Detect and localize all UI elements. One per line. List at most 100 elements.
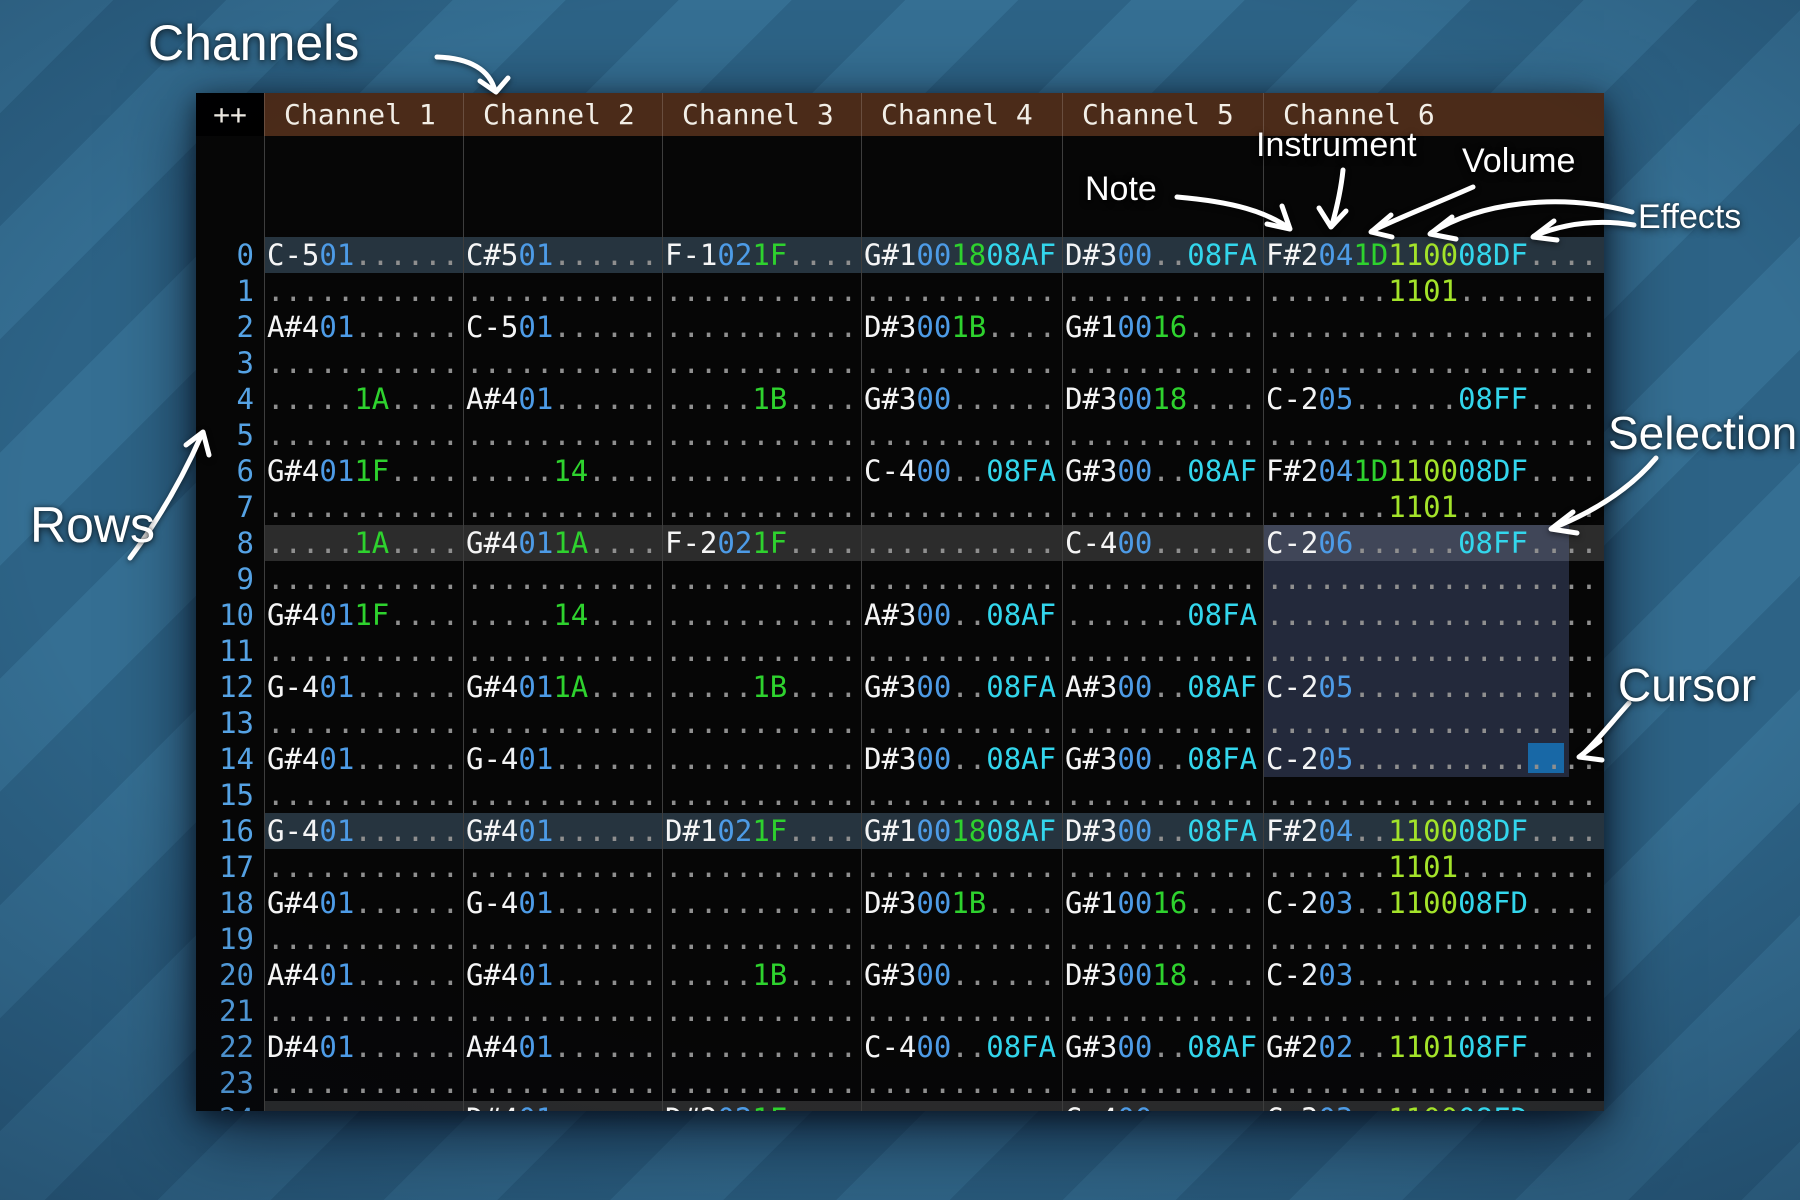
pattern-cell-ch3[interactable]: ...........: [662, 561, 861, 597]
pattern-cell-ch6[interactable]: ...................: [1263, 561, 1604, 597]
pattern-cell-ch3[interactable]: F-2021F....: [662, 525, 861, 561]
pattern-cell-ch3[interactable]: ...........: [662, 597, 861, 633]
pattern-cell-ch6[interactable]: ...................: [1263, 345, 1604, 381]
pattern-cell-ch1[interactable]: A#401......: [264, 957, 463, 993]
pattern-cell-ch6[interactable]: C-206......08FF....: [1263, 525, 1604, 561]
pattern-cell-ch1[interactable]: ...........: [264, 849, 463, 885]
pattern-cell-ch1[interactable]: ...........: [264, 633, 463, 669]
pattern-cell-ch6[interactable]: ...................: [1263, 309, 1604, 345]
pattern-cell-ch4[interactable]: ...........: [861, 561, 1062, 597]
pattern-cell-ch5[interactable]: ...........: [1062, 489, 1263, 525]
pattern-cell-ch1[interactable]: G-401......: [264, 813, 463, 849]
pattern-cell-ch4[interactable]: ...........: [861, 273, 1062, 309]
pattern-cell-ch3[interactable]: F-1021F....: [662, 237, 861, 273]
pattern-cell-ch1[interactable]: ...........: [264, 273, 463, 309]
pattern-cell-ch3[interactable]: ...........: [662, 705, 861, 741]
pattern-cell-ch1[interactable]: ...........: [264, 993, 463, 1029]
pattern-cell-ch1[interactable]: A#401......: [264, 309, 463, 345]
pattern-cell-ch3[interactable]: ...........: [662, 741, 861, 777]
pattern-cell-ch2[interactable]: A#401......: [463, 381, 662, 417]
pattern-cell-ch1[interactable]: ...........: [264, 417, 463, 453]
pattern-cell-ch1[interactable]: C-501......: [264, 237, 463, 273]
pattern-cell-ch6[interactable]: C-205..............: [1263, 669, 1604, 705]
pattern-cell-ch6[interactable]: C-303..110008FD....: [1263, 1101, 1604, 1111]
pattern-cell-ch5[interactable]: ...........: [1062, 273, 1263, 309]
pattern-cell-ch5[interactable]: G#300..08AF: [1062, 453, 1263, 489]
pattern-cell-ch2[interactable]: ...........: [463, 849, 662, 885]
pattern-cell-ch5[interactable]: ...........: [1062, 849, 1263, 885]
pattern-cell-ch1[interactable]: G#4011F....: [264, 453, 463, 489]
pattern-cell-ch6[interactable]: G#202..110108FF....: [1263, 1029, 1604, 1065]
pattern-cell-ch6[interactable]: ...................: [1263, 993, 1604, 1029]
pattern-cell-ch3[interactable]: .....1B....: [662, 381, 861, 417]
pattern-cell-ch5[interactable]: G#300..08FA: [1062, 741, 1263, 777]
pattern-cell-ch3[interactable]: ...........: [662, 849, 861, 885]
pattern-cell-ch4[interactable]: ...........: [861, 1065, 1062, 1101]
pattern-cell-ch3[interactable]: ...........: [662, 273, 861, 309]
pattern-cell-ch4[interactable]: ...........: [861, 705, 1062, 741]
pattern-cell-ch4[interactable]: G#300......: [861, 957, 1062, 993]
pattern-cell-ch1[interactable]: ...........: [264, 1101, 463, 1111]
pattern-cell-ch3[interactable]: ...........: [662, 993, 861, 1029]
pattern-cell-ch5[interactable]: ...........: [1062, 417, 1263, 453]
pattern-cell-ch2[interactable]: G-401......: [463, 741, 662, 777]
pattern-cell-ch6[interactable]: .......1101........: [1263, 849, 1604, 885]
pattern-cell-ch6[interactable]: ...................: [1263, 417, 1604, 453]
pattern-cell-ch6[interactable]: C-203..............: [1263, 957, 1604, 993]
pattern-cell-ch2[interactable]: G#401......: [463, 813, 662, 849]
pattern-cell-ch1[interactable]: ...........: [264, 345, 463, 381]
pattern-cell-ch2[interactable]: ...........: [463, 777, 662, 813]
pattern-cell-ch4[interactable]: ...........: [861, 525, 1062, 561]
pattern-cell-ch5[interactable]: A#300..08AF: [1062, 669, 1263, 705]
pattern-cell-ch4[interactable]: ...........: [861, 345, 1062, 381]
pattern-cell-ch2[interactable]: A#401......: [463, 1029, 662, 1065]
pattern-cell-ch1[interactable]: D#401......: [264, 1029, 463, 1065]
pattern-cell-ch2[interactable]: ...........: [463, 561, 662, 597]
pattern-cell-ch2[interactable]: D#401......: [463, 1101, 662, 1111]
pattern-cell-ch5[interactable]: G-400......: [1062, 1101, 1263, 1111]
pattern-cell-ch4[interactable]: ...........: [861, 921, 1062, 957]
pattern-cell-ch3[interactable]: ...........: [662, 921, 861, 957]
pattern-cell-ch6[interactable]: C-205..............: [1263, 741, 1604, 777]
pattern-cell-ch4[interactable]: ...........: [861, 777, 1062, 813]
pattern-cell-ch1[interactable]: ...........: [264, 777, 463, 813]
pattern-cell-ch3[interactable]: ...........: [662, 633, 861, 669]
pattern-cell-ch4[interactable]: C-400..08FA: [861, 453, 1062, 489]
pattern-cell-ch6[interactable]: F#204..110008DF....: [1263, 813, 1604, 849]
pattern-cell-ch4[interactable]: ...........: [861, 849, 1062, 885]
pattern-cell-ch1[interactable]: G-401......: [264, 669, 463, 705]
pattern-cell-ch2[interactable]: G#401......: [463, 957, 662, 993]
pattern-cell-ch6[interactable]: ...................: [1263, 921, 1604, 957]
pattern-cell-ch5[interactable]: D#300..08FA: [1062, 813, 1263, 849]
pattern-cell-ch4[interactable]: ...........: [861, 993, 1062, 1029]
pattern-cell-ch1[interactable]: ...........: [264, 705, 463, 741]
pattern-cell-ch3[interactable]: D#1021F....: [662, 813, 861, 849]
pattern-cell-ch5[interactable]: D#300..08FA: [1062, 237, 1263, 273]
pattern-cell-ch5[interactable]: ...........: [1062, 633, 1263, 669]
pattern-cell-ch6[interactable]: .......1101........: [1263, 489, 1604, 525]
pattern-cell-ch3[interactable]: ...........: [662, 1029, 861, 1065]
pattern-cell-ch2[interactable]: C-501......: [463, 309, 662, 345]
pattern-cell-ch5[interactable]: ...........: [1062, 705, 1263, 741]
pattern-cell-ch4[interactable]: G#1001808AF: [861, 813, 1062, 849]
pattern-cell-ch4[interactable]: ...........: [861, 1101, 1062, 1111]
pattern-cell-ch1[interactable]: G#401......: [264, 741, 463, 777]
pattern-cell-ch5[interactable]: ...........: [1062, 777, 1263, 813]
pattern-cell-ch1[interactable]: .....1A....: [264, 525, 463, 561]
pattern-cell-ch1[interactable]: .....1A....: [264, 381, 463, 417]
pattern-cell-ch1[interactable]: ...........: [264, 489, 463, 525]
pattern-cell-ch6[interactable]: ...................: [1263, 1065, 1604, 1101]
pattern-cell-ch6[interactable]: F#2041D110008DF....: [1263, 237, 1604, 273]
pattern-cell-ch6[interactable]: C-203..110008FD....: [1263, 885, 1604, 921]
pattern-cell-ch1[interactable]: ...........: [264, 921, 463, 957]
pattern-cell-ch3[interactable]: ...........: [662, 1065, 861, 1101]
channel-header-5[interactable]: Channel 5: [1062, 93, 1263, 136]
pattern-cell-ch4[interactable]: ...........: [861, 633, 1062, 669]
pattern-cell-ch6[interactable]: ...................: [1263, 597, 1604, 633]
pattern-cell-ch5[interactable]: ...........: [1062, 921, 1263, 957]
pattern-cell-ch6[interactable]: C-205......08FF....: [1263, 381, 1604, 417]
pattern-cell-ch2[interactable]: ...........: [463, 633, 662, 669]
pattern-cell-ch2[interactable]: G#4011A....: [463, 525, 662, 561]
pattern-cell-ch2[interactable]: ...........: [463, 1065, 662, 1101]
pattern-cell-ch5[interactable]: ...........: [1062, 993, 1263, 1029]
